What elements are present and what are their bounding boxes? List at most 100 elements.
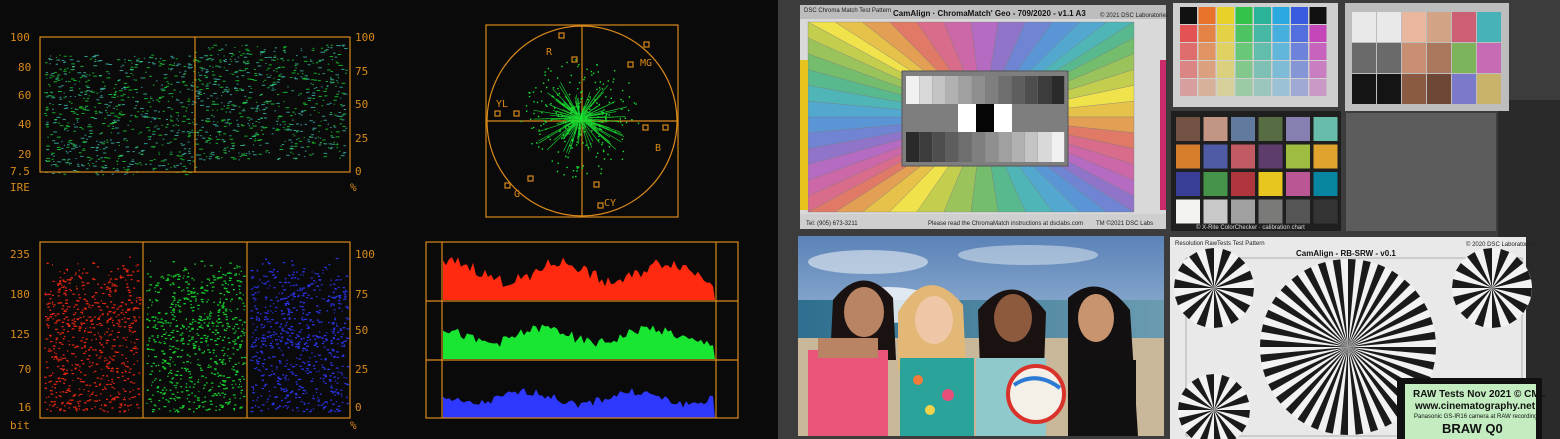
waveform-luma-trace: [44, 44, 348, 176]
rainbow-chip-1-2: [1217, 25, 1234, 42]
skin-chip-0-0: [1352, 12, 1376, 42]
rainbow-chip-3-1: [1198, 61, 1216, 78]
skin-chip-0-2: [1402, 12, 1426, 42]
vectorscope-trace-dots: [520, 59, 640, 178]
target-box-mg1: [643, 41, 650, 48]
rainbow-chip-3-7: [1309, 61, 1327, 78]
rainbow-chip-2-7: [1309, 43, 1327, 60]
histogram-trace: [443, 257, 715, 418]
gray-step-bottom-4: [958, 132, 972, 162]
wf1-rtick-0: 0: [355, 165, 362, 178]
waveform-rgb-trace: [44, 256, 350, 413]
histogram-band-1: [443, 324, 715, 359]
cc-chip-1-3: [1258, 144, 1283, 169]
cc-chip-0-1: [1203, 117, 1228, 141]
wf2-rtick-100: 100: [355, 248, 375, 261]
target-box-g1: [504, 182, 511, 189]
wf2-rtick-0: 0: [355, 401, 362, 414]
rainbow-chip-black-2: [1309, 7, 1327, 24]
rainbow-chip-2-2: [1217, 43, 1234, 60]
wf2-tick-70: 70: [18, 363, 31, 376]
scopes-panel: 100 80 60 40 20 7.5 IRE 100 75 50 25 0 %: [0, 0, 778, 439]
target-box-cy1: [593, 181, 600, 188]
wf2-rtick-50: 50: [355, 324, 368, 337]
wf2-rtick-75: 75: [355, 288, 368, 301]
rainbow-chip-4-4: [1254, 79, 1271, 96]
skin-chip-2-5: [1477, 74, 1501, 104]
rainbow-chip-0-4: [1254, 7, 1271, 24]
cc-chip-3-1: [1203, 199, 1228, 224]
wf2-unit-percent: %: [350, 419, 357, 432]
cc-chip-0-0: [1176, 117, 1200, 141]
target-box-r1: [558, 32, 565, 39]
colorchecker-footer: © X-Rite ColorChecker · calibration char…: [1196, 224, 1305, 231]
rainbow-chip-3-2: [1217, 61, 1234, 78]
cc-chip-2-4: [1286, 172, 1310, 196]
cc-chip-1-0: [1176, 144, 1200, 169]
rainbow-chip-4-6: [1291, 79, 1308, 96]
colorchecker-chart: © X-Rite ColorChecker · calibration char…: [1171, 111, 1341, 231]
chroma-chart-footer-left: Tel: (905) 673-3211: [806, 221, 858, 227]
rainbow-chip-3-5: [1272, 61, 1290, 78]
wf1-tick-60: 60: [18, 89, 31, 102]
vectorscope-label-b: B: [655, 143, 661, 154]
histogram-band-2: [443, 388, 715, 418]
rainbow-chip-0-5: [1272, 7, 1290, 24]
rainbow-chip-1-3: [1235, 25, 1253, 42]
cc-chip-1-4: [1286, 144, 1310, 169]
skin-tone-chart: [1345, 3, 1509, 111]
wf2-rtick-25: 25: [355, 363, 368, 376]
gray-step-top-3: [945, 76, 959, 104]
wf2-tick-235: 235: [10, 248, 30, 261]
rainbow-chip-black: [1180, 7, 1197, 24]
rainbow-chip-4-1: [1198, 79, 1216, 96]
gray-step-bottom-10: [1038, 132, 1051, 162]
gray-step-bottom-2: [932, 132, 946, 162]
rainbow-chip-2-3: [1235, 43, 1253, 60]
skin-chip-2-0: [1352, 74, 1376, 104]
rainbow-chip-3-0: [1180, 61, 1197, 78]
wf1-tick-100: 100: [10, 31, 30, 44]
vectorscope-label-cy: CY: [604, 198, 616, 209]
gray-step-top-10: [1038, 76, 1051, 104]
cc-chip-3-2: [1231, 199, 1255, 224]
target-box-yl2: [513, 110, 520, 117]
rainbow-chip-3-3: [1235, 61, 1253, 78]
rainbow-chip-2-5: [1272, 43, 1290, 60]
cc-chip-3-0: [1176, 199, 1200, 224]
rainbow-chip-1-4: [1254, 25, 1271, 42]
gray-step-top-1: [919, 76, 933, 104]
beach-portrait-photo: [798, 236, 1164, 436]
chroma-edge-yellow: [800, 60, 808, 210]
cc-chip-2-3: [1258, 172, 1283, 196]
slate-line-2: www.cinematography.net: [1414, 401, 1536, 412]
rainbow-chip-4-7: [1309, 79, 1327, 96]
skin-chip-1-3: [1427, 43, 1451, 73]
rainbow-chip-4-0: [1180, 79, 1197, 96]
cc-chip-0-2: [1231, 117, 1255, 141]
gray-step-top-6: [985, 76, 999, 104]
rainbow-chip-1-6: [1291, 25, 1308, 42]
wf1-rtick-25: 25: [355, 132, 368, 145]
gray-chip-white-2: [994, 104, 1012, 132]
waveform-luma-trace-green: [44, 44, 348, 176]
target-box-b1: [642, 124, 649, 131]
histogram-band-0: [443, 257, 715, 300]
gray-step-top-2: [932, 76, 946, 104]
cc-chip-2-0: [1176, 172, 1200, 196]
gray-card: [1346, 113, 1496, 231]
wf1-tick-20: 20: [18, 148, 31, 161]
wf1-tick-40: 40: [18, 118, 31, 131]
cc-chip-3-3: [1258, 199, 1283, 224]
waveform-rgb-parade: 235 180 125 70 16 bit 100 75 50 25 0 %: [10, 241, 375, 432]
res-chart-title: CamAlign - RB-SRW - v0.1: [1296, 249, 1396, 258]
chroma-chart-footer-right: TM ©2021 DSC Labs: [1096, 220, 1153, 227]
wf2-tick-180: 180: [10, 288, 30, 301]
cc-chip-1-5: [1313, 144, 1338, 169]
skin-chip-0-5: [1477, 12, 1501, 42]
gray-step-bottom-1: [919, 132, 933, 162]
rainbow-chip-3-4: [1254, 61, 1271, 78]
slate-line-1: RAW Tests Nov 2021 © CML: [1413, 389, 1546, 400]
wf1-tick-80: 80: [18, 61, 31, 74]
gray-step-top-0: [906, 76, 919, 104]
